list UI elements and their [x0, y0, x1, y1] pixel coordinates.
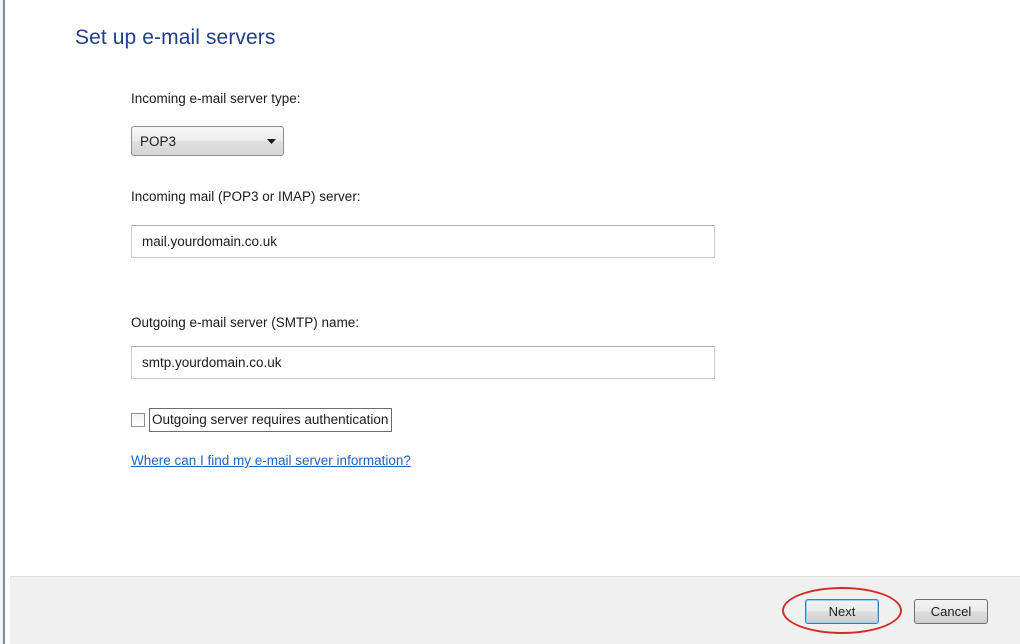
page-title: Set up e-mail servers: [75, 26, 276, 49]
chevron-down-icon: [259, 138, 283, 144]
incoming-type-value: POP3: [140, 133, 177, 149]
incoming-server-input[interactable]: mail.yourdomain.co.uk: [131, 225, 715, 258]
window-left-border: [0, 0, 10, 644]
incoming-server-label: Incoming mail (POP3 or IMAP) server:: [131, 189, 361, 204]
auth-checkbox-row[interactable]: Outgoing server requires authentication: [131, 408, 393, 432]
server-info-help-link[interactable]: Where can I find my e-mail server inform…: [131, 453, 411, 468]
next-button[interactable]: Next: [805, 599, 879, 624]
outgoing-server-label: Outgoing e-mail server (SMTP) name:: [131, 315, 360, 330]
dialog-footer: Next Cancel: [10, 576, 1020, 644]
dialog-content: Set up e-mail servers Incoming e-mail se…: [10, 0, 1020, 576]
outgoing-server-input[interactable]: smtp.yourdomain.co.uk: [131, 346, 715, 379]
auth-checkbox[interactable]: [131, 413, 145, 427]
incoming-type-dropdown[interactable]: POP3: [131, 126, 284, 156]
cancel-button[interactable]: Cancel: [914, 599, 988, 624]
incoming-type-label: Incoming e-mail server type:: [131, 91, 301, 106]
auth-checkbox-label[interactable]: Outgoing server requires authentication: [149, 408, 393, 432]
